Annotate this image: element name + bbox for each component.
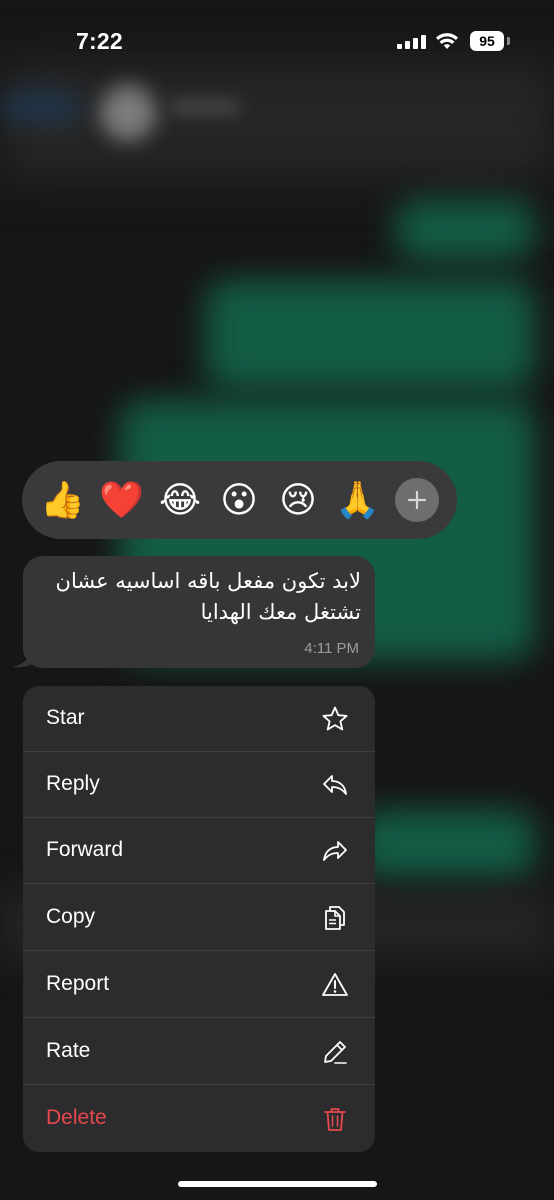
message-context-menu: Star Reply Forward Copy Report Rate Dele… bbox=[23, 686, 375, 1152]
praying-hands-reaction[interactable]: 🙏 bbox=[335, 478, 380, 522]
blurred-outgoing-message bbox=[355, 810, 535, 880]
add-reaction-button[interactable] bbox=[395, 478, 439, 522]
copy-label: Copy bbox=[46, 905, 96, 928]
blurred-back-button bbox=[0, 95, 80, 119]
reply-label: Reply bbox=[46, 772, 100, 795]
battery-indicator: 95 bbox=[470, 31, 504, 51]
surprised-reaction[interactable]: 😮 bbox=[217, 478, 261, 522]
message-text-line: تشتغل معك الهدايا bbox=[200, 600, 361, 624]
message-timestamp: 4:11 PM bbox=[304, 640, 359, 657]
message-text-line: لابد تكون مفعل باقه اساسيه عشان bbox=[55, 569, 361, 593]
star-icon bbox=[322, 706, 348, 731]
trash-icon bbox=[324, 1108, 346, 1131]
plus-icon bbox=[407, 490, 427, 510]
pencil-icon bbox=[324, 1041, 347, 1064]
reaction-picker: 👍 ❤️ 😂 😮 😢 🙏 bbox=[22, 461, 457, 539]
thumbs-up-reaction[interactable]: 👍 bbox=[40, 478, 85, 522]
report-label: Report bbox=[46, 972, 110, 995]
warning-icon bbox=[322, 973, 348, 996]
copy-menu-item[interactable]: Copy bbox=[23, 885, 375, 951]
forward-menu-item[interactable]: Forward bbox=[23, 818, 375, 884]
battery-tip bbox=[507, 37, 510, 45]
blurred-avatar bbox=[100, 85, 156, 141]
delete-menu-item[interactable]: Delete bbox=[23, 1086, 375, 1152]
forward-icon bbox=[323, 841, 347, 861]
reply-icon bbox=[323, 775, 347, 795]
blurred-contact-name bbox=[170, 100, 240, 114]
rate-label: Rate bbox=[46, 1039, 91, 1062]
status-bar: 7:22 95 bbox=[0, 0, 554, 80]
star-label: Star bbox=[46, 706, 85, 729]
forward-label: Forward bbox=[46, 838, 124, 861]
status-time: 7:22 bbox=[76, 28, 123, 54]
rate-menu-item[interactable]: Rate bbox=[23, 1019, 375, 1085]
selected-message-bubble: لابد تكون مفعل باقه اساسيه عشان تشتغل مع… bbox=[23, 556, 375, 668]
home-indicator[interactable] bbox=[178, 1181, 377, 1187]
star-menu-item[interactable]: Star bbox=[23, 686, 375, 752]
copy-icon bbox=[325, 906, 345, 930]
cellular-signal-icon bbox=[397, 35, 426, 49]
crying-reaction[interactable]: 😢 bbox=[276, 478, 320, 522]
report-menu-item[interactable]: Report bbox=[23, 952, 375, 1018]
heart-reaction[interactable]: ❤️ bbox=[99, 478, 144, 522]
blurred-outgoing-message bbox=[205, 280, 535, 390]
laughing-reaction[interactable]: 😂 bbox=[158, 478, 202, 522]
delete-label: Delete bbox=[46, 1106, 107, 1129]
blurred-outgoing-message bbox=[395, 200, 535, 260]
wifi-icon bbox=[436, 33, 458, 49]
reply-menu-item[interactable]: Reply bbox=[23, 752, 375, 818]
message-text: لابد تكون مفعل باقه اساسيه عشان تشتغل مع… bbox=[41, 566, 361, 628]
